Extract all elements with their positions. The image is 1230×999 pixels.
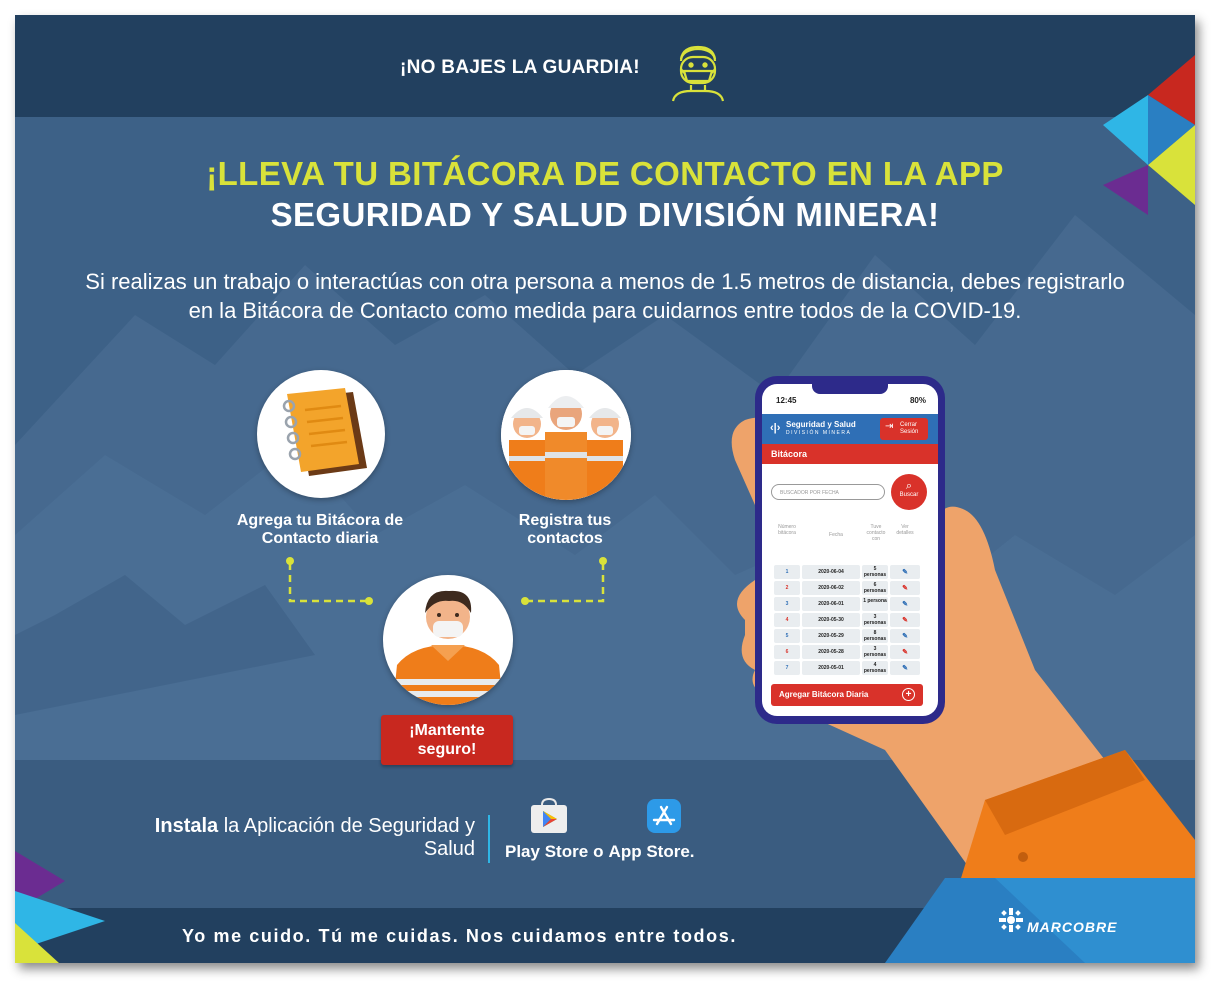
status-battery: 80% bbox=[909, 396, 926, 405]
log-table: 1 2020-06-04 5 personas ✎ 2 2020-06-02 6 perso… bbox=[774, 564, 926, 676]
edit-icon[interactable]: ✎ bbox=[890, 613, 920, 627]
add-icon: + bbox=[902, 688, 915, 701]
table-row: 1 2020-06-04 5 personas ✎ bbox=[774, 564, 926, 580]
row-date: 2020-05-01 bbox=[802, 661, 860, 675]
row-people: 3 personas bbox=[862, 645, 888, 659]
row-number: 5 bbox=[774, 629, 800, 643]
stay-safe-badge: ¡Mantente seguro! bbox=[381, 715, 513, 765]
row-people: 3 personas bbox=[862, 613, 888, 627]
stores-conjunction: o bbox=[593, 842, 604, 861]
phone-screen: 12:45 80% ‹|› Seguridad y Salud DIVISIÓN… bbox=[762, 384, 938, 716]
app-header: ‹|› Seguridad y Salud DIVISIÓN MINERA ⇥ … bbox=[762, 414, 938, 444]
row-number: 7 bbox=[774, 661, 800, 675]
status-time: 12:45 bbox=[776, 396, 797, 405]
row-people: 6 personas bbox=[862, 581, 888, 595]
row-people: 5 personas bbox=[862, 565, 888, 579]
masked-face-icon bbox=[671, 45, 725, 102]
app-subtitle: DIVISIÓN MINERA bbox=[786, 430, 852, 436]
app-logo-icon: ‹|› bbox=[770, 422, 781, 434]
search-button[interactable]: ⌕ Buscar bbox=[891, 474, 927, 510]
row-date: 2020-06-01 bbox=[802, 597, 860, 611]
edit-icon[interactable]: ✎ bbox=[890, 581, 920, 595]
row-number: 6 bbox=[774, 645, 800, 659]
logout-button[interactable]: ⇥ Cerrar Sesión bbox=[880, 418, 928, 440]
search-icon: ⌕ bbox=[905, 480, 913, 492]
row-number: 3 bbox=[774, 597, 800, 611]
status-bar: 12:45 80% bbox=[762, 394, 938, 412]
install-divider bbox=[488, 815, 490, 863]
row-number: 2 bbox=[774, 581, 800, 595]
row-date: 2020-05-28 bbox=[802, 645, 860, 659]
headline-line-2: SEGURIDAD Y SALUD DIVISIÓN MINERA! bbox=[270, 196, 940, 233]
play-store-link[interactable]: Play Store bbox=[505, 842, 588, 861]
row-number: 1 bbox=[774, 565, 800, 579]
workers-illustration bbox=[501, 370, 631, 500]
add-log-button[interactable]: Agregar Bitácora Diaria + bbox=[771, 684, 923, 706]
section-title: Bitácora bbox=[771, 449, 808, 459]
section-bar: Bitácora bbox=[762, 444, 938, 464]
table-row: 4 2020-05-30 3 personas ✎ bbox=[774, 612, 926, 628]
phone-notch bbox=[812, 384, 888, 394]
column-details: Ver detalles bbox=[896, 524, 914, 536]
install-bold: Instala bbox=[154, 815, 219, 837]
table-row: 2 2020-06-02 6 personas ✎ bbox=[774, 580, 926, 596]
poster: ¡NO BAJES LA GUARDIA! ¡LLEVA TU BITÁCORA… bbox=[15, 15, 1195, 963]
brand-name: MARCOBRE bbox=[1027, 919, 1118, 935]
stores-line: Play Store o App Store. bbox=[505, 842, 735, 862]
table-row: 5 2020-05-29 8 personas ✎ bbox=[774, 628, 926, 644]
edit-icon[interactable]: ✎ bbox=[890, 645, 920, 659]
step-1-label: Agrega tu Bitácora de Contacto diaria bbox=[236, 512, 404, 547]
row-date: 2020-05-29 bbox=[802, 629, 860, 643]
logout-label: Cerrar Sesión bbox=[900, 422, 919, 435]
edit-icon[interactable]: ✎ bbox=[890, 565, 920, 579]
notebook-illustration bbox=[257, 370, 385, 498]
row-date: 2020-06-04 bbox=[802, 565, 860, 579]
column-date: Fecha bbox=[829, 532, 843, 538]
worker-illustration bbox=[383, 575, 513, 705]
edit-icon[interactable]: ✎ bbox=[890, 661, 920, 675]
app-store-link[interactable]: App Store. bbox=[609, 842, 695, 861]
marcobre-logo-icon bbox=[999, 908, 1023, 932]
row-date: 2020-06-02 bbox=[802, 581, 860, 595]
row-date: 2020-05-30 bbox=[802, 613, 860, 627]
row-people: 4 personas bbox=[862, 661, 888, 675]
top-tagline: ¡NO BAJES LA GUARDIA! bbox=[400, 57, 640, 78]
phone-mockup: 12:45 80% ‹|› Seguridad y Salud DIVISIÓN… bbox=[755, 376, 945, 724]
headline-line-1: ¡LLEVA TU BITÁCORA DE CONTACTO EN LA APP bbox=[206, 155, 1004, 192]
row-people: 1 persona bbox=[862, 597, 888, 611]
column-number: Número bitácora bbox=[778, 524, 796, 536]
logout-icon: ⇥ bbox=[885, 421, 894, 432]
search-button-label: Buscar bbox=[899, 492, 919, 498]
edit-icon[interactable]: ✎ bbox=[890, 597, 920, 611]
column-contact: Tuve contacto con bbox=[866, 524, 886, 542]
table-header: Número bitácora Fecha Tuve contacto con … bbox=[766, 524, 934, 554]
install-text: Instala la Aplicación de Seguridad y Sal… bbox=[115, 815, 475, 861]
play-store-icon[interactable] bbox=[529, 797, 569, 835]
intro-paragraph: Si realizas un trabajo o interactúas con… bbox=[85, 269, 1125, 323]
app-name: Seguridad y Salud bbox=[786, 420, 856, 429]
app-store-icon[interactable] bbox=[647, 799, 681, 833]
row-people: 8 personas bbox=[862, 629, 888, 643]
install-rest: la Aplicación de Seguridad y Salud bbox=[223, 815, 475, 860]
table-row: 7 2020-05-01 4 personas ✎ bbox=[774, 660, 926, 676]
edit-icon[interactable]: ✎ bbox=[890, 629, 920, 643]
row-number: 4 bbox=[774, 613, 800, 627]
table-row: 6 2020-05-28 3 personas ✎ bbox=[774, 644, 926, 660]
table-row: 3 2020-06-01 1 persona ✎ bbox=[774, 596, 926, 612]
footer-slogan: Yo me cuido. Tú me cuidas. Nos cuidamos … bbox=[182, 926, 737, 946]
add-log-label: Agregar Bitácora Diaria bbox=[779, 690, 869, 699]
step-2-label: Registra tus contactos bbox=[518, 512, 612, 547]
date-search-input[interactable]: BUSCADOR POR FECHA bbox=[771, 484, 885, 500]
decorative-triangles-bottom bbox=[15, 851, 105, 963]
